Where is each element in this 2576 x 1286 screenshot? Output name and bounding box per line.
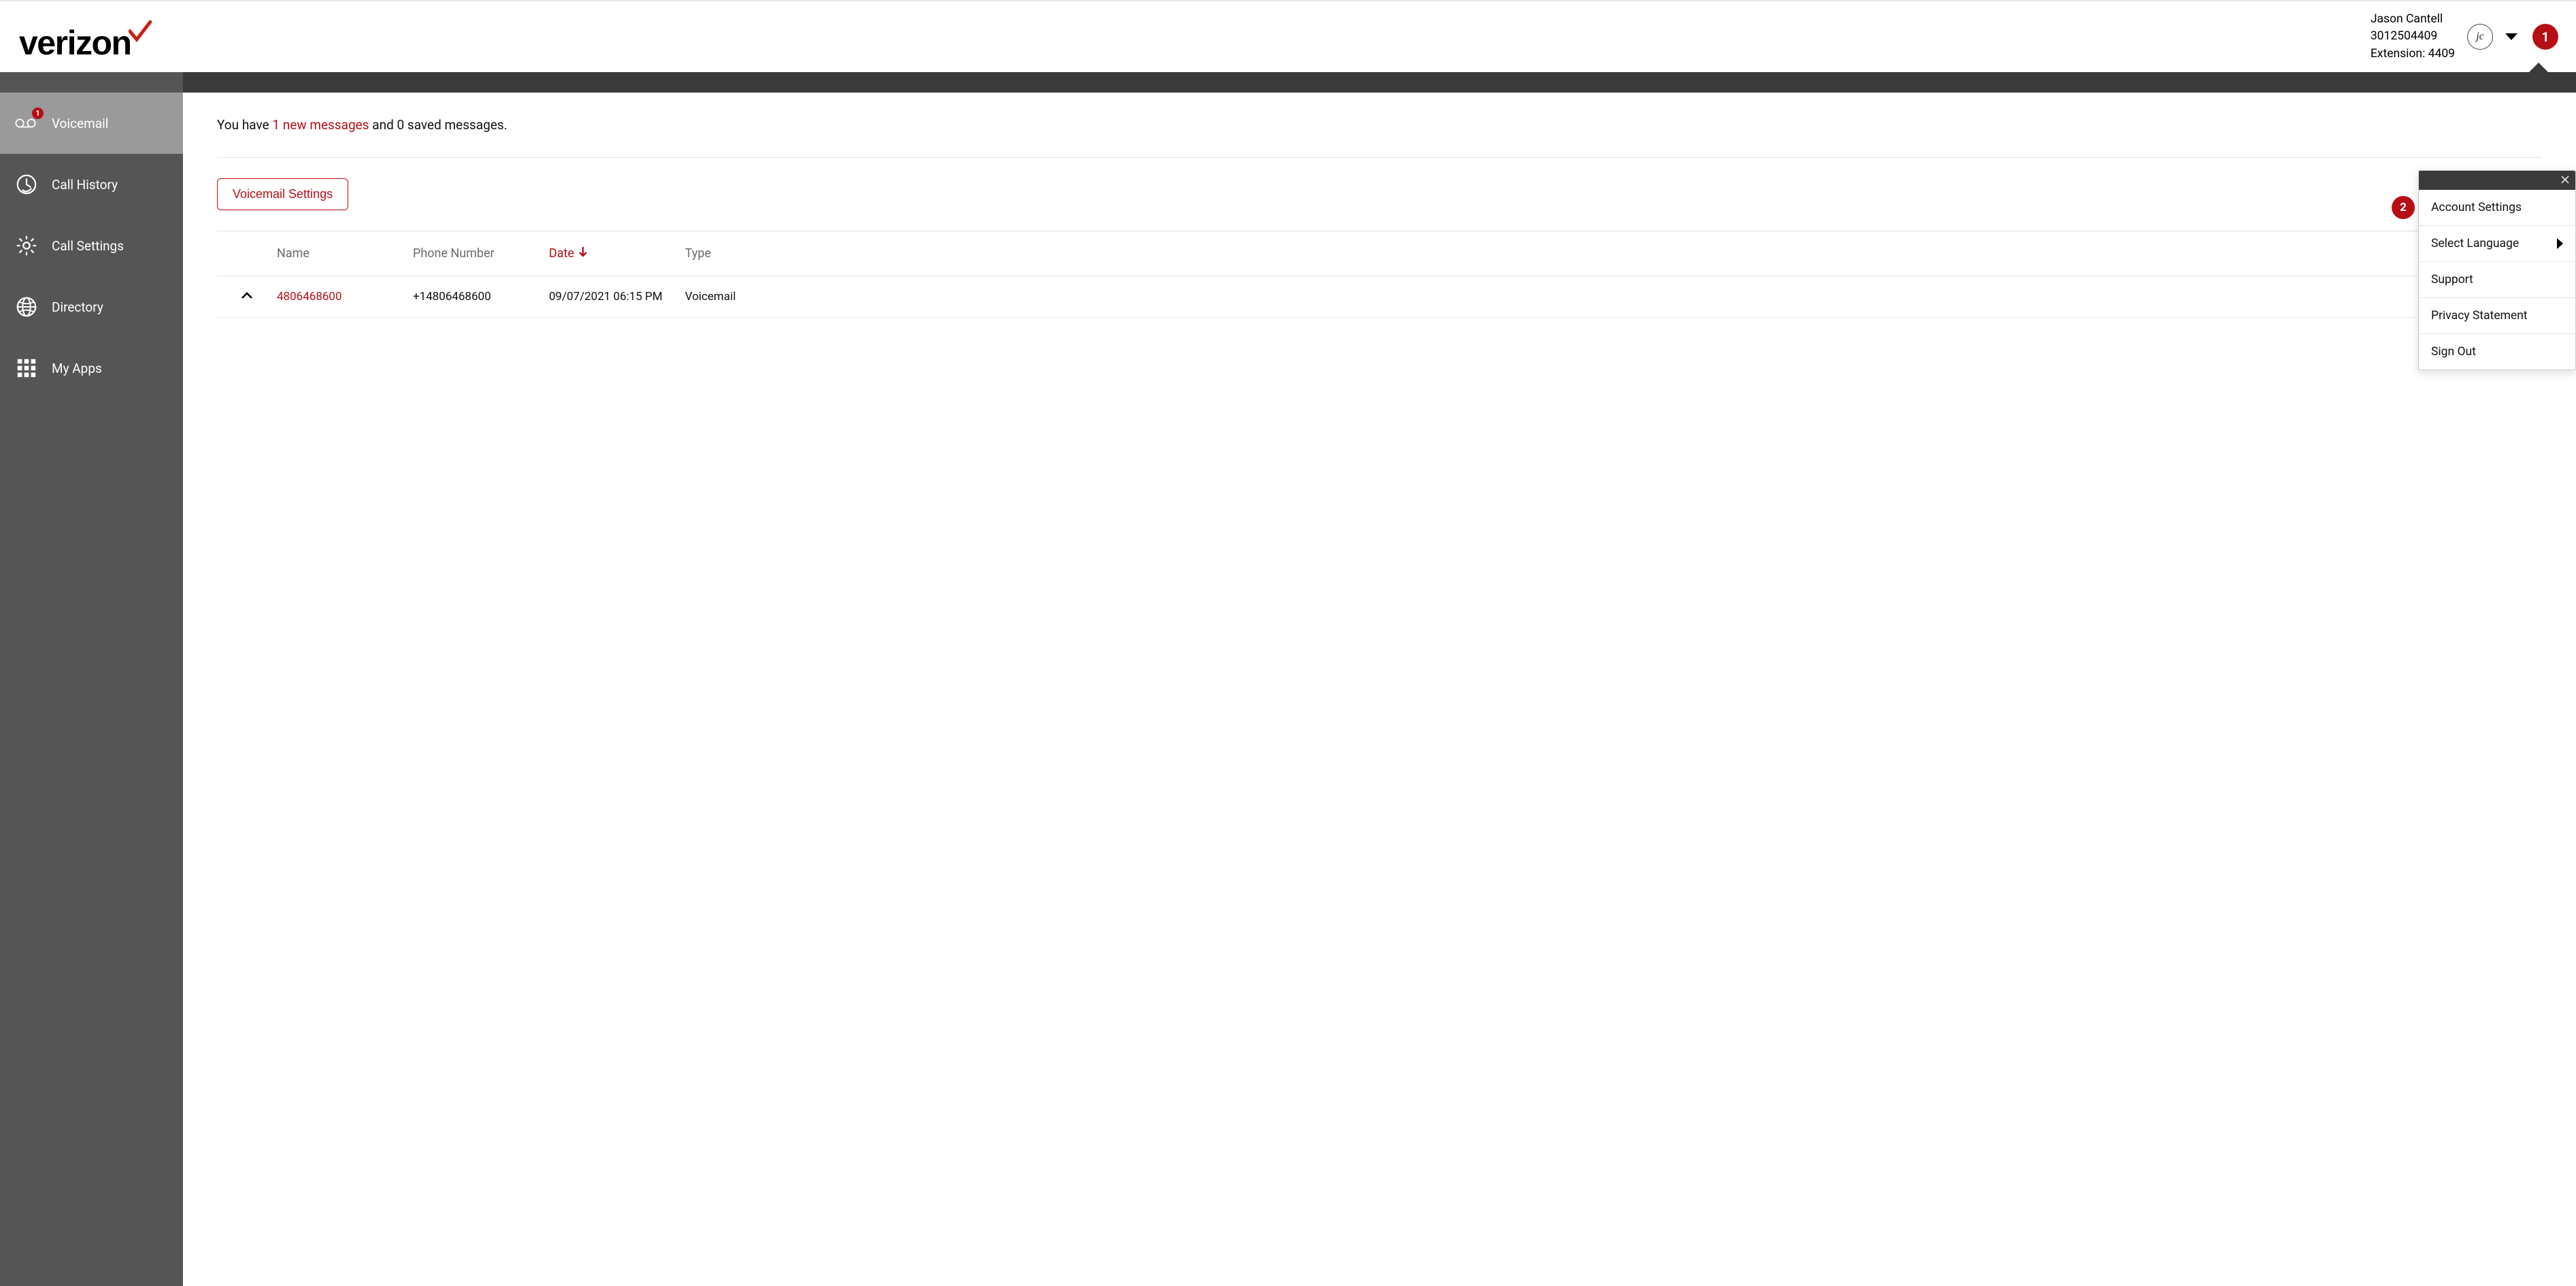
main-content: You have 1 new messages and 0 saved mess…: [183, 93, 2576, 1286]
chevron-up-icon[interactable]: [240, 290, 254, 303]
step-callout-2: 2: [2392, 196, 2415, 219]
call-history-icon: [15, 173, 38, 196]
sidebar-item-voicemail[interactable]: 1 Voicemail: [0, 93, 183, 154]
popover-header: [2419, 171, 2575, 190]
user-extension: Extension: 4409: [2371, 46, 2455, 63]
user-phone: 3012504409: [2371, 28, 2455, 45]
table-header-row: Name Phone Number Date Type: [217, 231, 2542, 276]
gear-icon: [15, 234, 38, 257]
popover-caret: [2529, 63, 2548, 72]
user-info: Jason Cantell 3012504409 Extension: 4409: [2371, 11, 2455, 63]
apps-grid-icon: [15, 357, 38, 380]
menu-item-account-settings[interactable]: 2 Account Settings: [2419, 190, 2575, 226]
submenu-arrow-icon: [2557, 238, 2563, 249]
user-name: Jason Cantell: [2371, 11, 2455, 28]
sidebar-item-label: My Apps: [52, 361, 102, 376]
close-icon[interactable]: [2560, 175, 2570, 186]
user-block: Jason Cantell 3012504409 Extension: 4409…: [2371, 11, 2558, 63]
brand-logo: verizon: [19, 11, 152, 63]
header-callout-wrap: 1: [2532, 24, 2558, 50]
voicemail-icon: 1: [15, 112, 38, 135]
table-row[interactable]: 4806468600 +14806468600 09/07/2021 06:15…: [217, 276, 2542, 318]
column-phone[interactable]: Phone Number: [413, 246, 549, 261]
subheader-bar: [0, 72, 2576, 93]
sidebar-item-label: Voicemail: [52, 116, 108, 131]
sidebar-item-directory[interactable]: Directory: [0, 276, 183, 337]
brand-wordmark: verizon: [19, 23, 131, 63]
column-name[interactable]: Name: [277, 246, 413, 261]
voicemail-table: Name Phone Number Date Type: [217, 231, 2542, 318]
menu-item-support[interactable]: Support: [2419, 262, 2575, 298]
app-layout: 1 Voicemail Call History: [0, 93, 2576, 1286]
voicemail-summary: You have 1 new messages and 0 saved mess…: [217, 117, 2542, 133]
sidebar-item-label: Call History: [52, 177, 118, 193]
column-date[interactable]: Date: [549, 246, 685, 261]
row-name[interactable]: 4806468600: [277, 290, 413, 303]
menu-item-sign-out[interactable]: Sign Out: [2419, 334, 2575, 369]
globe-icon: [15, 295, 38, 318]
menu-item-select-language[interactable]: Select Language: [2419, 226, 2575, 262]
verizon-check-icon: [129, 11, 152, 50]
avatar-initials: jc: [2476, 31, 2484, 43]
sort-desc-icon: [578, 246, 588, 261]
row-type: Voicemail: [685, 290, 2542, 303]
sidebar-item-label: Call Settings: [52, 238, 124, 254]
menu-item-privacy[interactable]: Privacy Statement: [2419, 298, 2575, 334]
step-callout-1: 1: [2532, 24, 2558, 50]
row-phone: +14806468600: [413, 290, 549, 303]
row-date: 09/07/2021 06:15 PM: [549, 290, 685, 303]
avatar[interactable]: jc: [2467, 24, 2493, 50]
sidebar-item-my-apps[interactable]: My Apps: [0, 337, 183, 399]
app-header: verizon Jason Cantell 3012504409 Extensi…: [0, 1, 2576, 72]
voicemail-badge: 1: [32, 108, 44, 119]
sidebar-item-call-history[interactable]: Call History: [0, 154, 183, 215]
column-type[interactable]: Type: [685, 246, 2542, 261]
account-menu-popover: 2 Account Settings Select Language Suppo…: [2418, 170, 2576, 370]
sidebar: 1 Voicemail Call History: [0, 93, 183, 1286]
sidebar-item-label: Directory: [52, 299, 103, 315]
account-menu-toggle[interactable]: [2505, 33, 2518, 40]
voicemail-settings-button[interactable]: Voicemail Settings: [217, 178, 348, 210]
sidebar-item-call-settings[interactable]: Call Settings: [0, 215, 183, 276]
new-messages-link[interactable]: 1 new messages: [272, 117, 369, 133]
